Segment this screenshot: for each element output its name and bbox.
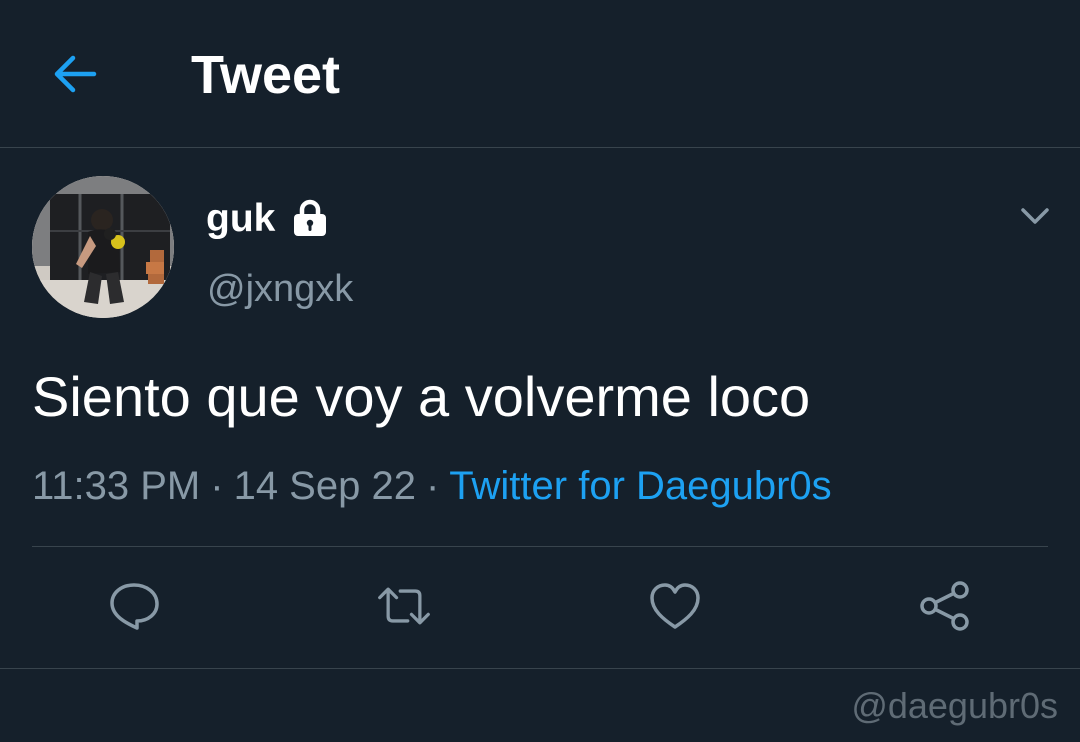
share-button[interactable] [917, 578, 973, 634]
like-button[interactable] [647, 578, 703, 634]
more-options-button[interactable] [1012, 196, 1058, 236]
avatar[interactable] [32, 176, 174, 318]
back-button[interactable] [44, 48, 104, 100]
heart-icon [650, 583, 700, 629]
reply-button[interactable] [106, 578, 162, 634]
arrow-left-icon [54, 55, 97, 93]
tweet-source-link[interactable]: Twitter for Daegubr0s [449, 464, 831, 508]
tweet-metadata: 11:33 PM · 14 Sep 22 · Twitter for Daegubr0s [32, 462, 832, 510]
reply-icon [110, 583, 159, 630]
divider [0, 668, 1080, 669]
tweet-time: 11:33 PM [32, 464, 201, 508]
page-title: Tweet [191, 45, 341, 105]
tweet-text: Siento que voy a volverme loco [32, 365, 811, 428]
retweet-button[interactable] [376, 578, 432, 634]
lock-icon [294, 199, 326, 236]
divider [32, 546, 1048, 547]
top-app-bar: Tweet [0, 0, 1080, 148]
tweet-actions-bar [0, 548, 1080, 668]
share-icon [920, 581, 969, 631]
author-display-name[interactable]: guk [206, 196, 275, 242]
tweet-date: 14 Sep 22 [233, 464, 416, 508]
retweet-icon [378, 587, 430, 625]
author-handle[interactable]: @jxngxk [207, 266, 353, 312]
chevron-down-icon [1021, 208, 1049, 224]
watermark: @daegubr0s [851, 685, 1058, 726]
meta-separator: · [210, 464, 224, 508]
meta-separator: · [425, 464, 440, 508]
